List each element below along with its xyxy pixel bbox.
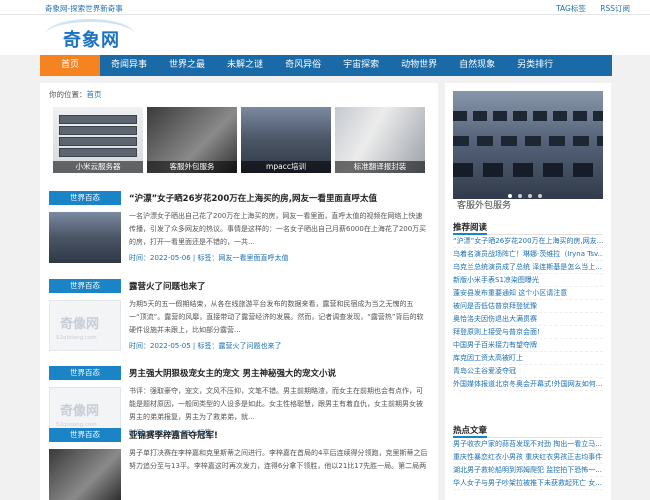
recommend-heading: 推荐阅读 — [453, 221, 603, 235]
sidebar-link[interactable]: 重庆性暴恋红衣小男孩 重庆红衣男孩正志均事件 — [453, 451, 603, 464]
logo-text: 奇象网 — [63, 30, 120, 51]
hot-block: 热点文章 男子收农户家的蒜苔发现不对劲 掏出一看立马... 重庆性暴恋红衣小男孩 … — [453, 424, 603, 490]
article-title[interactable]: “沪漂”女子晒26岁花200万在上海买的房,网友一看里面直呼太值 — [129, 192, 429, 204]
article-tag[interactable]: 标签：网友一看里面直呼太值 — [198, 254, 289, 262]
nav-item-home[interactable]: 首页 — [40, 55, 101, 76]
thumb-caption: 标准翻译报封装 — [335, 161, 425, 173]
article-thumbnail[interactable] — [49, 449, 121, 500]
main-content: 你的位置：首页 小米云服务器 客服外包服务 mpacc培训 标准翻译报封装 世界… — [40, 83, 438, 500]
slider-dot[interactable] — [518, 194, 522, 198]
sidebar-link[interactable]: 库克因工资太高被盯上 — [453, 352, 603, 365]
category-badge[interactable]: 世界百态 — [49, 279, 121, 293]
article-summary: 一名沪漂女子晒出自己花了200万在上海买的房，网友一看里面，直呼太值的视频在网络… — [129, 212, 427, 246]
breadcrumb-home-link[interactable]: 首页 — [87, 90, 102, 99]
article-thumbnail[interactable] — [49, 212, 121, 263]
sidebar-link[interactable]: 乌着名演员战场阵亡！琳娜·茨维拉（Iryna Tsv... — [453, 248, 603, 261]
article-title[interactable]: 亚锦赛李梓嘉首夺冠军! — [129, 429, 429, 441]
site-tagline[interactable]: 奇象网-探索世界新奇事 — [45, 3, 123, 14]
nav-item-mysteries[interactable]: 未解之谜 — [216, 55, 274, 76]
article-item: 世界百态 “沪漂”女子晒26岁花200万在上海买的房,网友一看里面直呼太值 一名… — [49, 191, 433, 283]
sidebar-link[interactable]: 青岛公主谷爱凌夺冠 — [453, 365, 603, 378]
article-summary: 为期5天的五一假期结束，从各在线旅游平台发布的数据来看，露营和民宿成为当之无愧的… — [129, 300, 424, 334]
placeholder-url: 52qixiang.com — [56, 335, 97, 341]
article-summary: 书评：强取豪夺，宠文，文风不压抑，文笔不错。男主前期略渣，而女主在前期也会有点作… — [129, 387, 423, 421]
article-meta: 时间：2022-05-06 | 标签：网友一看里面直呼太值 — [129, 253, 289, 263]
nav-item-rankings[interactable]: 另类排行 — [506, 55, 564, 76]
sidebar: 客服外包服务 推荐阅读 “沪漂”女子晒26岁花200万在上海买的房,网友... 乌… — [445, 83, 611, 500]
sidebar-link[interactable]: 华人女子与男子吵架拉被推下未获救起死亡 女... — [453, 477, 603, 490]
sidebar-link[interactable]: 奥恰洛夫因伤退出大满贯赛 — [453, 313, 603, 326]
nav-item-oddities[interactable]: 奇闻异事 — [100, 55, 158, 76]
featured-thumbnails: 小米云服务器 客服外包服务 mpacc培训 标准翻译报封装 — [53, 107, 433, 173]
article-date: 时间：2022-05-06 — [129, 254, 191, 262]
thumb-translation[interactable]: 标准翻译报封装 — [335, 107, 425, 173]
site-logo[interactable]: 奇象网 — [45, 19, 135, 51]
sidebar-link[interactable]: 男子收农户家的蒜苔发现不对劲 掏出一看立马... — [453, 438, 603, 451]
image-slider[interactable] — [453, 91, 603, 199]
sidebar-link[interactable]: “沪漂”女子晒26岁花200万在上海买的房,网友... — [453, 235, 603, 248]
sidebar-link[interactable]: 新版小米手表S1凉染图曝光 — [453, 274, 603, 287]
sidebar-link[interactable]: 中国男子百米接力有望夺牌 — [453, 339, 603, 352]
hot-heading: 热点文章 — [453, 424, 603, 438]
article-tag[interactable]: 标签：露营火了问题也来了 — [198, 342, 282, 350]
sidebar-link[interactable]: 乌克兰总统演员成了总统 泽连斯基是怎么当上... — [453, 261, 603, 274]
nav-item-animals[interactable]: 动物世界 — [390, 55, 448, 76]
article-date: 时间：2022-05-05 — [129, 342, 191, 350]
sidebar-link[interactable]: 外国媒体报道北京冬奥会开幕式!外国网友如何... — [453, 378, 603, 391]
breadcrumb-prefix: 你的位置： — [49, 90, 87, 99]
article-item: 世界百态 亚锦赛李梓嘉首夺冠军! 男子单打决赛在李梓嘉和克里斯蒂之间进行。李梓嘉… — [49, 428, 433, 500]
slider-dot[interactable] — [508, 194, 512, 198]
site-header: 奇象网 — [0, 15, 650, 55]
slider-dot[interactable] — [538, 194, 542, 198]
sidebar-link[interactable]: 被问是否低估普京拜登犹豫 — [453, 300, 603, 313]
slider-caption[interactable]: 客服外包服务 — [453, 199, 603, 213]
recommend-list: “沪漂”女子晒26岁花200万在上海买的房,网友... 乌着名演员战场阵亡！琳娜·… — [453, 235, 603, 391]
category-badge[interactable]: 世界百态 — [49, 191, 121, 205]
main-nav: 首页 奇闻异事 世界之最 未解之谜 奇风异俗 宇宙探索 动物世界 自然现象 另类… — [40, 55, 612, 76]
article-meta: 时间：2022-05-05 | 标签：露营火了问题也来了 — [129, 341, 282, 351]
thumb-caption: mpacc培训 — [241, 161, 331, 173]
sidebar-link[interactable]: 湖北男子救轮船明到郑姆爬犯 监控拍下恐怖一... — [453, 464, 603, 477]
recommend-block: 推荐阅读 “沪漂”女子晒26岁花200万在上海买的房,网友... 乌着名演员战场阵… — [453, 221, 603, 391]
breadcrumb: 你的位置：首页 — [49, 89, 102, 100]
article-summary: 男子单打决赛在李梓嘉和克里斯蒂之间进行。李梓嘉在首局的4平后连续得分领跑，克里斯… — [129, 449, 428, 470]
category-badge[interactable]: 世界百态 — [49, 366, 121, 380]
slider-dot[interactable] — [528, 194, 532, 198]
rss-link[interactable]: RSS订阅 — [600, 4, 630, 13]
article-title[interactable]: 男主强大阴狠极宠女主的宠文 男主神秘强大的宠文小说 — [129, 367, 429, 379]
sidebar-link[interactable]: 蓬安县发布重要通知 这个小区请注意 — [453, 287, 603, 300]
article-item: 世界百态 奇像网 52qixiang.com 露营火了问题也来了 为期5天的五一… — [49, 279, 433, 371]
thumb-caption: 客服外包服务 — [147, 161, 237, 173]
thumb-mpacc-training[interactable]: mpacc培训 — [241, 107, 331, 173]
slider-dots — [508, 191, 548, 199]
hot-list: 男子收农户家的蒜苔发现不对劲 掏出一看立马... 重庆性暴恋红衣小男孩 重庆红衣男… — [453, 438, 603, 490]
sidebar-link[interactable]: 拜登原则上接受与普京会面! — [453, 326, 603, 339]
top-links: TAG标签 RSS订阅 — [544, 3, 630, 14]
thumb-customer-service[interactable]: 客服外包服务 — [147, 107, 237, 173]
article-thumbnail-placeholder[interactable]: 奇像网 52qixiang.com — [49, 300, 121, 351]
top-bar: 奇象网-探索世界新奇事 TAG标签 RSS订阅 — [0, 0, 650, 15]
article-title[interactable]: 露营火了问题也来了 — [129, 280, 429, 292]
category-badge[interactable]: 世界百态 — [49, 428, 121, 442]
nav-item-space[interactable]: 宇宙探索 — [332, 55, 390, 76]
tag-link[interactable]: TAG标签 — [556, 4, 586, 13]
nav-item-customs[interactable]: 奇风异俗 — [274, 55, 332, 76]
thumb-caption: 小米云服务器 — [53, 161, 143, 173]
nav-item-world-records[interactable]: 世界之最 — [158, 55, 216, 76]
placeholder-logo: 奇像网 — [60, 317, 100, 332]
nav-item-nature[interactable]: 自然现象 — [448, 55, 506, 76]
thumb-cloud-server[interactable]: 小米云服务器 — [53, 107, 143, 173]
placeholder-logo: 奇像网 — [60, 404, 100, 419]
